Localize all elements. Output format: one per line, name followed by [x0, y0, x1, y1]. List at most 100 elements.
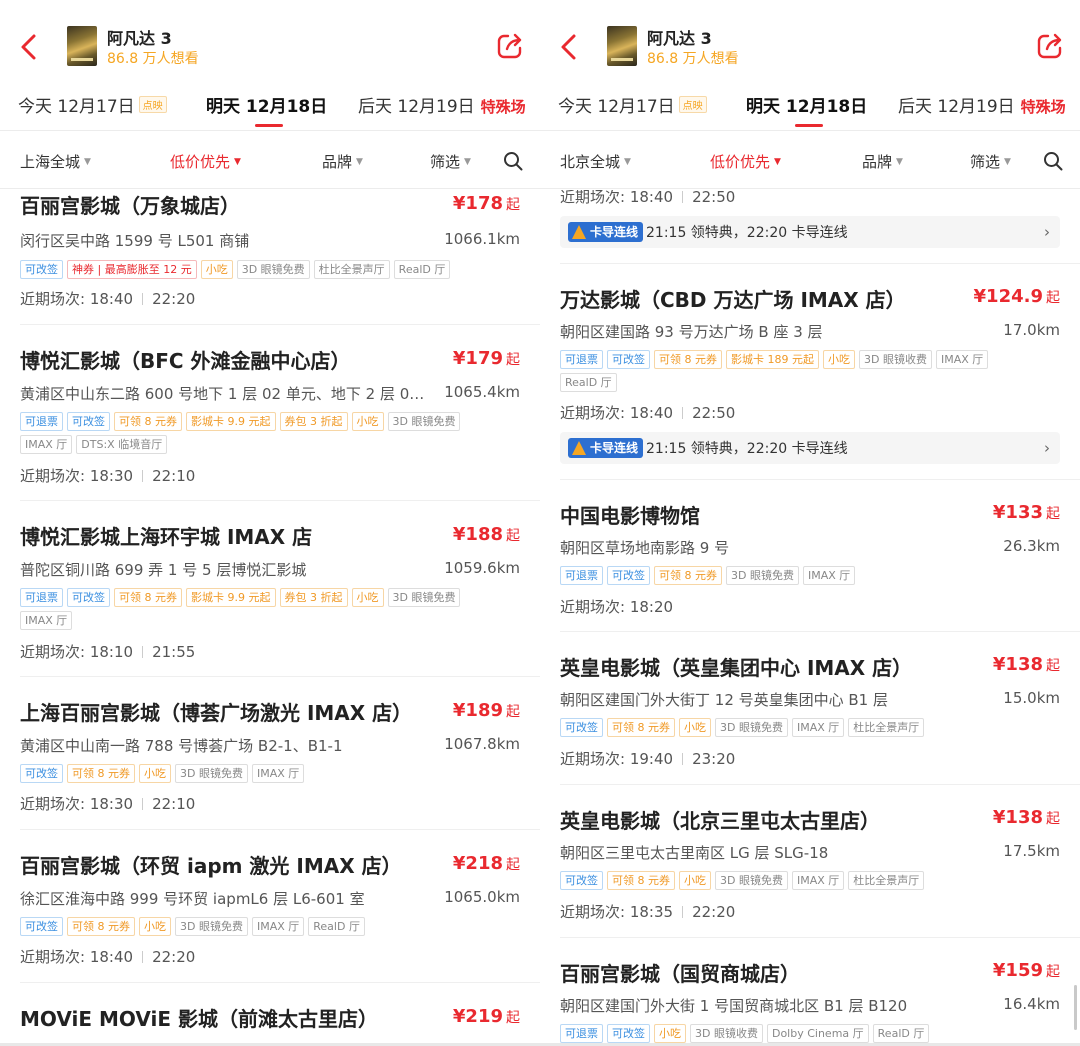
cinema-card[interactable]: 博悦汇影城（BFC 外滩金融中心店） ¥179 起 黄浦区中山东二路 600 号地…	[0, 325, 540, 501]
cinema-card[interactable]: 英皇电影城（北京三里屯太古里店） ¥138 起 朝阳区三里屯太古里南区 LG 层 …	[540, 785, 1080, 938]
cinema-card[interactable]: MOViE MOViE 影城（前滩太古里店） ¥219 起	[0, 983, 540, 1046]
header: 阿凡达 3 86.8 万人想看 今天 12月17日 点映 明天 12月18日 后天…	[540, 0, 1080, 190]
showtime[interactable]: 18:40	[630, 188, 673, 206]
feature-tag: 可改签	[607, 350, 650, 369]
cinema-address: 朝阳区草场地南影路 9 号	[560, 539, 730, 557]
feature-tags: 可改签 可领 8 元券 小吃 3D 眼镜免费 IMAX 厅杜比全景声厅	[560, 718, 1040, 737]
showtime[interactable]: 18:35	[630, 903, 673, 921]
cinema-price: ¥219 起	[453, 1006, 520, 1027]
showtime[interactable]: 22:20	[692, 903, 735, 921]
showtime[interactable]: 22:10	[152, 467, 195, 485]
showtimes: 近期场次: 18:30 22:10	[20, 793, 195, 814]
back-icon[interactable]	[556, 32, 582, 62]
showtimes: 近期场次: 18:35 22:20	[560, 901, 735, 922]
tab-today[interactable]: 今天 12月17日 点映	[18, 92, 167, 117]
sort-filter[interactable]: 低价优先 ▼	[710, 151, 781, 172]
search-icon[interactable]	[503, 151, 523, 171]
promo-banner[interactable]: 卡导连线 21:15 领特典，22:20 卡导连线 ›	[560, 216, 1060, 248]
showtimes-label: 近期场次:	[560, 404, 630, 422]
showtime[interactable]: 18:40	[630, 404, 673, 422]
cinema-price: ¥124.9 起	[974, 286, 1060, 307]
feature-tag: 可改签	[560, 871, 603, 890]
cinema-card[interactable]: 英皇电影城（英皇集团中心 IMAX 店） ¥138 起 朝阳区建国门外大街丁 12…	[540, 632, 1080, 785]
more-filter[interactable]: 筛选 ▼	[970, 151, 1011, 172]
price-value: ¥188	[452, 524, 503, 545]
tab-tomorrow[interactable]: 明天 12月18日	[746, 92, 867, 117]
showtime[interactable]: 18:30	[90, 795, 133, 813]
caret-down-icon: ▼	[1004, 157, 1011, 167]
showtime[interactable]: 19:40	[630, 750, 673, 768]
feature-tag: IMAX 厅	[251, 764, 305, 783]
cinema-card[interactable]: 中国电影博物馆 ¥133 起 朝阳区草场地南影路 9 号 26.3km 可退票 可改…	[540, 480, 1080, 632]
cinema-card[interactable]: 万达影城（CBD 万达广场 IMAX 店） ¥124.9 起 朝阳区建国路 93 …	[540, 264, 1080, 480]
cinema-name: 中国电影博物馆	[560, 504, 700, 528]
back-icon[interactable]	[16, 32, 42, 62]
showtime[interactable]: 18:40	[90, 948, 133, 966]
showtimes-label: 近期场次:	[560, 903, 630, 921]
promo-banner[interactable]: 卡导连线 21:15 领特典，22:20 卡导连线 ›	[560, 432, 1060, 464]
share-icon[interactable]	[1036, 32, 1064, 60]
feature-tag: 小吃	[679, 871, 711, 890]
price-suffix: 起	[506, 528, 520, 544]
feature-tag: 小吃	[139, 917, 171, 936]
showtime[interactable]: 18:20	[630, 598, 673, 616]
tab-today[interactable]: 今天 12月17日 点映	[558, 92, 707, 117]
showtime[interactable]: 22:20	[152, 290, 195, 308]
feature-tag: IMAX 厅	[20, 435, 73, 454]
city-filter[interactable]: 上海全城 ▼	[20, 151, 91, 172]
cinema-card[interactable]: 博悦汇影城上海环宇城 IMAX 店 ¥188 起 普陀区铜川路 699 弄 1 号…	[0, 501, 540, 677]
search-icon[interactable]	[1043, 151, 1063, 171]
showtime[interactable]: 22:20	[152, 948, 195, 966]
showtime[interactable]: 23:20	[692, 750, 735, 768]
cinema-card[interactable]: 上海百丽宫影城（博荟广场激光 IMAX 店） ¥189 起 黄浦区中山南一路 78…	[0, 677, 540, 830]
feature-tag: 券包 3 折起	[279, 412, 348, 431]
showtime[interactable]: 22:10	[152, 795, 195, 813]
cinema-address: 朝阳区建国路 93 号万达广场 B 座 3 层	[560, 323, 823, 341]
feature-tag: IMAX 厅	[20, 611, 73, 630]
cinema-name: 百丽宫影城（万象城店）	[20, 194, 240, 218]
special-screening-label: 特殊场	[1020, 98, 1066, 116]
tab-tomorrow[interactable]: 明天 12月18日	[206, 92, 327, 117]
cinema-card[interactable]: 百丽宫影城（国贸商城店） ¥159 起 朝阳区建国门外大街 1 号国贸商城北区 B…	[540, 938, 1080, 1046]
showtime[interactable]: 18:40	[90, 290, 133, 308]
feature-tag: 可改签	[560, 718, 603, 737]
cinema-distance: 1059.6km	[444, 559, 520, 577]
cinema-name: MOViE MOViE 影城（前滩太古里店）	[20, 1007, 378, 1031]
cinema-card[interactable]: 百丽宫影城（环贸 iapm 激光 IMAX 店） ¥218 起 徐汇区淮海中路 9…	[0, 830, 540, 983]
feature-tag: IMAX 厅	[791, 871, 845, 890]
feature-tag: 杜比全景声厅	[313, 260, 390, 279]
showtimes: 近期场次: 18:20	[560, 596, 673, 617]
feature-tags: 可退票 可改签 可领 8 元券 影城卡 9.9 元起 券包 3 折起 小吃 3D 眼镜免费 I…	[20, 412, 500, 454]
cinema-price: ¥138 起	[993, 807, 1060, 828]
showtime[interactable]: 18:30	[90, 467, 133, 485]
more-filter[interactable]: 筛选 ▼	[430, 151, 471, 172]
date-tabs: 今天 12月17日 点映 明天 12月18日 后天 12月19日 特殊场	[0, 88, 540, 132]
showtime[interactable]: 18:10	[90, 643, 133, 661]
showtime[interactable]: 22:50	[692, 404, 735, 422]
showtime-separator	[682, 191, 684, 203]
brand-filter[interactable]: 品牌 ▼	[862, 151, 903, 172]
feature-tag: 小吃	[351, 588, 384, 607]
showtimes: 近期场次: 19:40 23:20	[560, 748, 735, 769]
caret-down-icon: ▼	[896, 157, 903, 167]
showtime[interactable]: 21:55	[152, 643, 195, 661]
tab-day-after[interactable]: 后天 12月19日 特殊场	[898, 92, 1066, 117]
showtimes: 近期场次: 18:10 21:55	[20, 641, 195, 662]
tab-day-after-label: 后天 12月19日	[358, 97, 475, 117]
promo-text: 21:15 领特典，22:20 卡导连线	[646, 225, 848, 241]
share-icon[interactable]	[496, 32, 524, 60]
caret-down-icon: ▼	[624, 157, 631, 167]
showtimes: 近期场次: 18:40 22:50	[560, 402, 735, 423]
movie-poster	[67, 26, 97, 66]
tab-day-after[interactable]: 后天 12月19日 特殊场	[358, 92, 526, 117]
cinema-card[interactable]: 百丽宫影城（万象城店） ¥178 起 闵行区吴中路 1599 号 L501 商铺 …	[0, 176, 540, 325]
cinema-price: ¥179 起	[453, 348, 520, 369]
scrollbar[interactable]	[1074, 985, 1077, 1030]
sort-filter[interactable]: 低价优先 ▼	[170, 151, 241, 172]
feature-tag: 券包 3 折起	[279, 588, 348, 607]
showtime[interactable]: 22:50	[692, 188, 735, 206]
brand-filter[interactable]: 品牌 ▼	[322, 151, 363, 172]
cinema-name: 上海百丽宫影城（博荟广场激光 IMAX 店）	[20, 701, 413, 725]
cinema-distance: 17.5km	[1003, 842, 1060, 860]
city-filter[interactable]: 北京全城 ▼	[560, 151, 631, 172]
